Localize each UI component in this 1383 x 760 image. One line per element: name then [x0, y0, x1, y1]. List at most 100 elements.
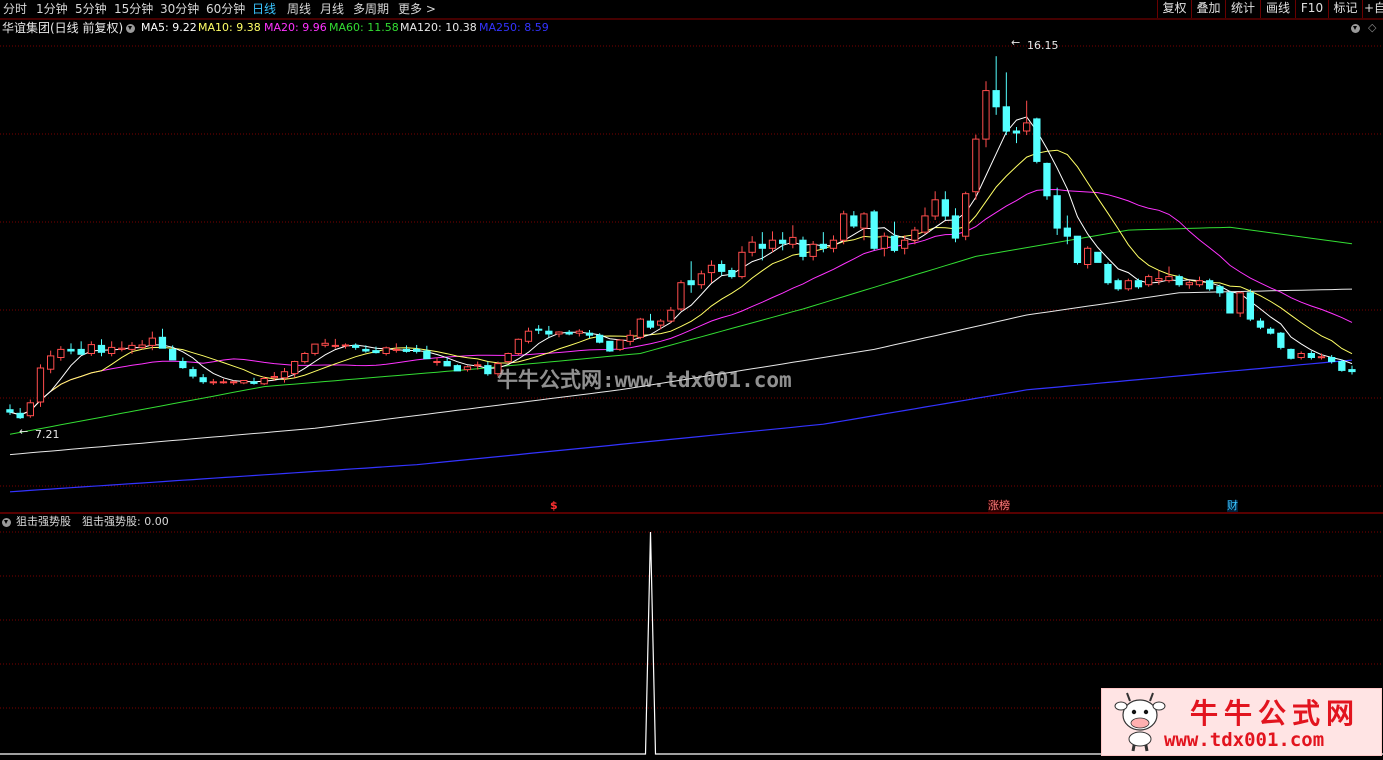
high-price-label: 16.15: [1027, 39, 1059, 52]
candle-body: [951, 215, 960, 239]
candle-body: [158, 336, 167, 349]
candle-body: [1053, 195, 1061, 229]
candle-body: [138, 344, 146, 348]
candle-body: [728, 270, 736, 278]
candle-body: [535, 328, 543, 331]
candle-body: [433, 361, 441, 363]
candle-body: [26, 402, 35, 417]
candle-body: [1195, 280, 1204, 286]
candle-body: [1043, 162, 1051, 197]
candle-body: [1277, 332, 1285, 348]
candle-body: [1012, 130, 1021, 134]
candle-body: [362, 348, 370, 352]
candle-body: [1023, 122, 1031, 132]
candle-body: [840, 213, 848, 241]
candle-body: [779, 239, 787, 244]
candle-body: [1165, 276, 1173, 282]
candle-body: [169, 348, 177, 361]
candle-body: [524, 330, 533, 342]
candle-body: [850, 215, 858, 227]
candle-body: [748, 241, 756, 253]
logo-url: www.tdx001.com: [1164, 729, 1325, 751]
candle-body: [1267, 328, 1275, 334]
site-logo: 牛牛公式网 www.tdx001.com: [1101, 688, 1382, 756]
candle-body: [962, 193, 970, 237]
candle-body: [646, 320, 655, 328]
candle-body: [1145, 276, 1153, 286]
candle-body: [575, 330, 584, 334]
candle-body: [301, 353, 309, 363]
candle-body: [1124, 280, 1132, 290]
candle-body: [6, 409, 14, 413]
candle-body: [921, 215, 929, 233]
candle-body: [189, 369, 197, 377]
candle-body: [372, 350, 380, 354]
candle-body: [1114, 280, 1122, 290]
candle-body: [280, 371, 289, 379]
candle-body: [799, 239, 807, 257]
candle-body: [890, 235, 899, 251]
candle-body: [97, 344, 106, 353]
dividend-marker[interactable]: $: [550, 500, 558, 512]
candle-body: [667, 309, 675, 322]
candle-body: [1226, 292, 1234, 314]
candle-body: [1236, 292, 1244, 314]
candle-body: [402, 348, 411, 352]
logo-title: 牛牛公式网: [1190, 697, 1361, 730]
candle-body: [67, 348, 75, 352]
candle-body: [1073, 235, 1082, 263]
candle-body: [209, 381, 217, 384]
candle-body: [382, 347, 390, 354]
candle-body: [128, 344, 136, 350]
candle-body: [697, 273, 706, 286]
candle-body: [1155, 278, 1163, 282]
candle-body: [870, 211, 878, 249]
candle-body: [453, 365, 462, 372]
candle-body: [1134, 280, 1143, 288]
candle-body: [565, 331, 573, 335]
candle-body: [596, 334, 604, 343]
candle-body: [636, 318, 645, 338]
candle-body: [423, 350, 431, 360]
candle-body: [443, 361, 451, 367]
candle-body: [148, 337, 156, 346]
candle-body: [484, 365, 492, 375]
candle-body: [1246, 292, 1254, 320]
low-price-label: 7.21: [35, 428, 60, 441]
candle-body: [1104, 264, 1112, 284]
candle-body: [87, 344, 95, 355]
candle-body: [291, 361, 299, 375]
limit-up-marker[interactable]: 涨榜: [988, 500, 1010, 512]
candle-body: [768, 239, 777, 249]
candle-body: [1287, 348, 1295, 359]
candle-body: [47, 355, 55, 370]
candle-body: [240, 380, 248, 384]
candle-body: [514, 338, 523, 354]
candle-body: [901, 239, 909, 249]
candle-body: [1084, 247, 1092, 266]
candle-body: [606, 340, 614, 352]
watermark-text: 牛牛公式网:www.tdx001.com: [497, 368, 792, 392]
indicator-value: 狙击强势股: 0.00: [82, 515, 169, 528]
candle-body: [504, 353, 512, 363]
finance-marker[interactable]: 财: [1227, 500, 1238, 512]
candle-body: [199, 377, 207, 383]
candle-body: [982, 90, 990, 140]
candle-body: [1338, 361, 1346, 371]
candle-body: [1063, 227, 1071, 237]
high-arrow-icon: ←: [1011, 36, 1021, 49]
candle-body: [1307, 353, 1315, 358]
candle-body: [657, 320, 665, 326]
candle-body: [626, 334, 634, 342]
candle-body: [819, 243, 828, 249]
candle-body: [352, 344, 360, 348]
candle-body: [545, 330, 553, 335]
candle-body: [829, 239, 838, 249]
candle-body: [250, 381, 258, 384]
candle-body: [108, 346, 116, 354]
candle-body: [230, 381, 238, 384]
candle-body: [1348, 369, 1356, 373]
candle-body: [1094, 251, 1102, 263]
candle-body: [321, 342, 329, 346]
chevron-down-icon[interactable]: [2, 518, 11, 527]
